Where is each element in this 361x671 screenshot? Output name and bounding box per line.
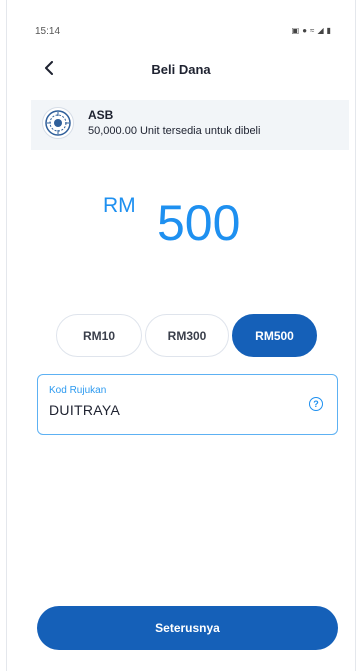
- fund-units-available: 50,000.00 Unit tersedia untuk dibeli: [88, 125, 261, 137]
- next-button[interactable]: Seterusnya: [37, 606, 338, 650]
- amount-value: 500: [157, 195, 241, 251]
- wifi-icon: ≈: [310, 26, 315, 35]
- status-icons: ▣ ● ≈ ◢ ▮: [292, 26, 331, 35]
- app-bar: Beli Dana: [7, 56, 355, 86]
- preset-rm300[interactable]: RM300: [145, 314, 229, 357]
- preset-rm10[interactable]: RM10: [56, 314, 142, 357]
- status-time: 15:14: [35, 26, 61, 37]
- page-title: Beli Dana: [151, 62, 211, 77]
- help-icon[interactable]: ?: [309, 397, 323, 411]
- notification-icon: ▣: [291, 26, 300, 35]
- referral-code-input[interactable]: DUITRAYA: [49, 402, 120, 418]
- signal-icon: ◢: [317, 26, 324, 35]
- purchase-amount: RM 500: [7, 190, 355, 270]
- fund-name: ASB: [88, 108, 114, 122]
- amount-currency: RM: [103, 194, 136, 217]
- referral-code-field[interactable]: Kod Rujukan DUITRAYA ?: [37, 374, 338, 435]
- status-bar: 15:14 ▣ ● ≈ ◢ ▮: [7, 24, 355, 42]
- preset-rm500[interactable]: RM500: [232, 314, 317, 357]
- app-screen: 15:14 ▣ ● ≈ ◢ ▮ Beli Dana ASB 50,000.00 …: [6, 0, 356, 671]
- fund-card: ASB 50,000.00 Unit tersedia untuk dibeli: [31, 100, 349, 150]
- location-icon: ●: [302, 26, 308, 35]
- asb-logo-icon: [42, 107, 74, 139]
- referral-code-label: Kod Rujukan: [49, 385, 107, 396]
- battery-icon: ▮: [326, 26, 331, 35]
